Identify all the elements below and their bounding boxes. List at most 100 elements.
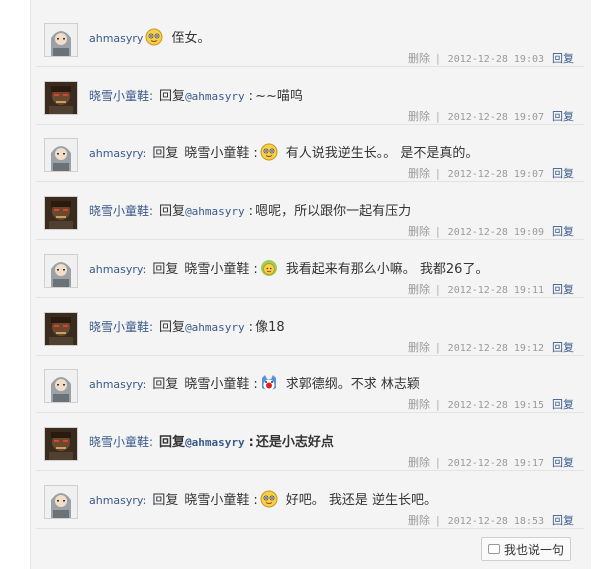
timestamp: 2012-12-28 19:07: [447, 111, 544, 123]
author-name[interactable]: ahmasyry:: [89, 494, 146, 507]
meta-separator: |: [435, 52, 440, 65]
comment-item: ahmasyry: 回复 晓雪小童鞋: 求郭德纲。不求 林志颖 删除 | 2012-12-2…: [36, 354, 584, 414]
mention-link[interactable]: @ahmasyry: [185, 321, 245, 334]
delete-link[interactable]: 删除: [408, 398, 430, 411]
avatar[interactable]: [44, 253, 78, 288]
meta-separator: |: [435, 225, 440, 239]
comment-text: 像18: [255, 319, 285, 335]
delete-link[interactable]: 删除: [408, 341, 430, 354]
meta-separator: |: [435, 282, 440, 296]
comment-text: 有人说我逆生长。。 是不是真的。: [285, 146, 479, 162]
comment-item: ahmasyry 侄女。删除 | 2012-12-28 19:03 回复: [36, 8, 584, 67]
author-name[interactable]: ahmasyry: [89, 32, 143, 45]
comment-item: 晓雪小童鞋: 回复@ahmasyry: ~~喵呜 删除 | 2012-12-28 19:0…: [36, 66, 584, 125]
timestamp: 2012-12-28 19:17: [447, 457, 544, 469]
reply-target[interactable]: 晓雪小童鞋: [184, 262, 249, 277]
cat-face-icon: [258, 375, 284, 392]
reply-link[interactable]: 回复: [552, 225, 574, 238]
author-name[interactable]: ahmasyry:: [89, 378, 146, 391]
mention-link[interactable]: @ahmasyry: [185, 436, 245, 449]
meta-separator: |: [435, 167, 440, 181]
comment-line: 晓雪小童鞋: 回复@ahmasyry: 像18: [89, 317, 574, 337]
comment-text: 侄女。: [171, 31, 211, 46]
meta-separator: |: [435, 455, 440, 469]
timestamp: 2012-12-28 19:12: [447, 342, 544, 354]
avatar[interactable]: [44, 369, 78, 404]
smile-face-icon: [143, 28, 169, 46]
delete-link[interactable]: 删除: [408, 283, 430, 296]
avatar[interactable]: [44, 484, 78, 519]
comment-meta: 删除 | 2012-12-28 19:17 回复: [408, 455, 574, 471]
reply-prefix: 回复: [159, 204, 186, 220]
reply-link[interactable]: 回复: [552, 283, 574, 296]
reply-link[interactable]: 回复: [552, 52, 574, 65]
delete-link[interactable]: 删除: [408, 456, 430, 469]
author-name[interactable]: 晓雪小童鞋:: [89, 204, 153, 218]
comment-text: 我看起来有那么小嘛。 我都26了。: [285, 261, 489, 277]
smile-face-icon: [258, 490, 284, 508]
colon-separator: :: [248, 319, 254, 335]
reply-prefix: 回复: [152, 492, 179, 508]
timestamp: 2012-12-28 19:09: [447, 227, 544, 239]
avatar[interactable]: [44, 196, 78, 231]
reply-link[interactable]: 回复: [552, 110, 574, 123]
delete-link[interactable]: 删除: [408, 514, 430, 527]
reply-prefix: 回复: [159, 88, 186, 104]
timestamp: 2012-12-28 19:15: [447, 400, 544, 412]
delete-link[interactable]: 删除: [408, 167, 430, 180]
comment-line: 晓雪小童鞋: 回复@ahmasyry: ~~喵呜: [89, 86, 574, 106]
comment-line: ahmasyry: 回复 晓雪小童鞋: 好吧。 我还是 逆生长吧。: [89, 490, 574, 510]
comment-meta: 删除 | 2012-12-28 19:11 回复: [408, 282, 574, 298]
author-name[interactable]: 晓雪小童鞋:: [89, 320, 153, 334]
avatar[interactable]: [44, 138, 78, 173]
comment-line: ahmasyry 侄女。: [89, 28, 574, 48]
avatar[interactable]: [44, 311, 78, 346]
comment-meta: 删除 | 2012-12-28 19:12 回复: [408, 340, 574, 356]
reply-link[interactable]: 回复: [552, 341, 574, 354]
reply-target[interactable]: 晓雪小童鞋: [184, 493, 249, 508]
timestamp: 2012-12-28 19:03: [447, 54, 544, 65]
comment-line: 晓雪小童鞋: 回复@ahmasyry: 嗯呢，所以跟你一起有压力: [89, 201, 574, 221]
comment-text: 嗯呢，所以跟你一起有压力: [255, 204, 412, 220]
comment-meta: 删除 | 2012-12-28 19:07 回复: [408, 166, 574, 182]
avatar[interactable]: [44, 80, 78, 115]
comment-meta: 删除 | 2012-12-28 18:53 回复: [408, 513, 574, 529]
timestamp: 2012-12-28 18:53: [447, 515, 544, 527]
comment-line: 晓雪小童鞋: 回复@ahmasyry: 还是小志好点: [89, 432, 574, 452]
reply-link[interactable]: 回复: [552, 514, 574, 527]
author-name[interactable]: ahmasyry:: [89, 147, 146, 160]
reply-target[interactable]: 晓雪小童鞋: [184, 377, 249, 392]
reply-prefix: 回复: [159, 434, 186, 450]
comment-text: 好吧。 我还是 逆生长吧。: [285, 492, 438, 508]
meta-separator: |: [435, 109, 440, 123]
reply-prefix: 回复: [152, 377, 179, 393]
smile-face-icon: [258, 143, 284, 161]
delete-link[interactable]: 删除: [408, 52, 430, 65]
comment-text: ~~喵呜: [255, 88, 303, 104]
avatar[interactable]: [44, 23, 78, 57]
author-name[interactable]: ahmasyry:: [89, 263, 146, 276]
reply-link[interactable]: 回复: [552, 398, 574, 411]
mention-link[interactable]: @ahmasyry: [185, 205, 245, 218]
author-name[interactable]: 晓雪小童鞋:: [89, 89, 153, 103]
colon-separator: :: [248, 434, 254, 450]
comment-meta: 删除 | 2012-12-28 19:07 回复: [408, 109, 574, 125]
comment-meta: 删除 | 2012-12-28 19:09 回复: [408, 224, 574, 240]
avatar[interactable]: [44, 426, 78, 461]
reply-link[interactable]: 回复: [552, 456, 574, 469]
comment-item: ahmasyry: 回复 晓雪小童鞋: 我看起来有那么小嘛。 我都26了。 删除 | 201…: [36, 239, 584, 298]
reply-prefix: 回复: [152, 146, 179, 162]
post-comment-label: 我也说一句: [504, 543, 565, 557]
author-name[interactable]: 晓雪小童鞋:: [89, 435, 153, 449]
reply-prefix: 回复: [159, 319, 186, 335]
delete-link[interactable]: 删除: [408, 110, 430, 123]
comment-item: ahmasyry: 回复 晓雪小童鞋: 好吧。 我还是 逆生长吧。 删除 | 2012-12…: [36, 470, 584, 529]
delete-link[interactable]: 删除: [408, 225, 430, 238]
reply-link[interactable]: 回复: [552, 167, 574, 180]
mention-link[interactable]: @ahmasyry: [185, 90, 245, 103]
reply-target[interactable]: 晓雪小童鞋: [184, 146, 249, 161]
comment-text: 求郭德纲。不求 林志颖: [285, 377, 420, 393]
comment-meta: 删除 | 2012-12-28 19:03 回复: [408, 51, 574, 67]
comment-item: 晓雪小童鞋: 回复@ahmasyry: 还是小志好点 删除 | 2012-12-28 19…: [36, 412, 584, 471]
post-comment-button[interactable]: 我也说一句: [481, 537, 571, 561]
